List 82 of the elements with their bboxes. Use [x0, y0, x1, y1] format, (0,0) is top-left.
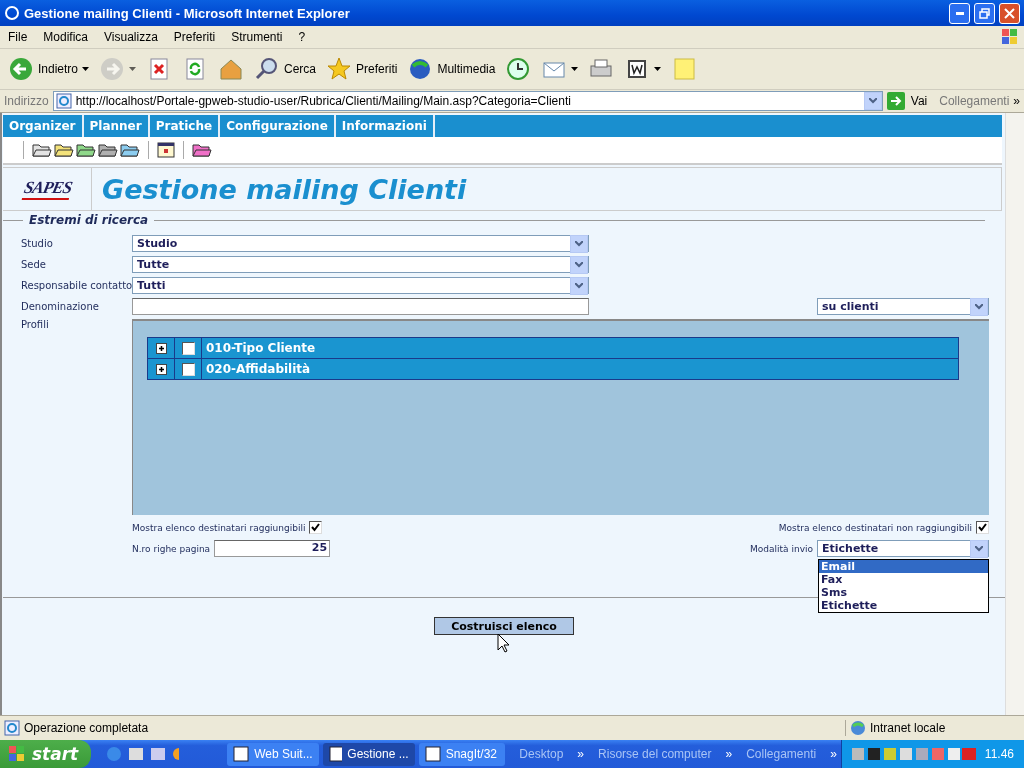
checkbox[interactable] [976, 521, 989, 534]
check-icon [978, 523, 987, 532]
globe-icon [850, 720, 866, 736]
zone-text: Intranet locale [870, 721, 946, 735]
browser-icon [4, 5, 20, 21]
menu-item[interactable]: Strumenti [223, 30, 291, 44]
field-label: N.ro righe pagina [132, 543, 211, 554]
expand-icon[interactable] [155, 363, 167, 375]
toolbar-button[interactable]: Indietro [6, 54, 92, 84]
mouse-pointer-icon [497, 633, 509, 653]
folder-icon[interactable] [32, 144, 52, 157]
folder-icon[interactable] [76, 144, 96, 157]
go-button[interactable]: Vai [886, 92, 936, 110]
folder-icon[interactable] [120, 144, 140, 157]
field-label: Denominazione [21, 301, 100, 312]
field-label: Modalità invio [750, 543, 813, 554]
page-title: Gestione mailing Clienti [102, 173, 467, 205]
taskbar-button[interactable]: Web Suit... [227, 742, 319, 766]
clock: 11.46 [984, 747, 1014, 761]
menu-item[interactable]: Modifica [35, 30, 97, 44]
number-field[interactable]: 25 [214, 540, 331, 557]
caret-icon[interactable] [82, 67, 90, 71]
tray-icons[interactable] [849, 746, 976, 762]
checkbox[interactable] [309, 521, 323, 534]
select-field[interactable]: Studio [132, 235, 589, 252]
window-title: Gestione mailing Clienti - Microsoft Internet Explorer [24, 5, 351, 21]
build-list-button[interactable]: Costruisci elenco [434, 617, 574, 635]
section-legend: Estremi di ricerca [29, 213, 149, 227]
page-icon [4, 720, 20, 736]
page-icon [55, 93, 72, 109]
app-icon [424, 746, 441, 762]
caret-icon[interactable] [654, 67, 662, 71]
minimize-button[interactable] [949, 2, 970, 24]
caret-icon[interactable] [571, 67, 579, 71]
taskbar-button[interactable]: SnagIt/32 [418, 742, 506, 766]
folder-icon[interactable] [192, 142, 212, 158]
menu-item[interactable]: Preferiti [165, 30, 224, 44]
taskbar-button[interactable]: Gestione ... [322, 742, 415, 766]
chevron-text[interactable]: » [830, 747, 837, 761]
field-label: Studio [21, 238, 54, 249]
address-field[interactable]: http://localhost/Portale-gpweb-studio-user/Rubrica/Clienti/Mailing/Main.asp?Categoria=Clienti [52, 91, 883, 111]
expand-icon[interactable] [155, 342, 167, 354]
checkbox-label: Mostra elenco destinatari non raggiungibili [778, 522, 972, 533]
select-field[interactable]: Tutte [132, 256, 589, 273]
app-icon [233, 746, 250, 762]
close-icon [1004, 7, 1015, 19]
check-icon [311, 523, 321, 532]
chevron-text[interactable]: » [1013, 94, 1020, 108]
toolbar-button[interactable]: Cerca [252, 54, 319, 84]
quick-launch-icons[interactable] [104, 745, 180, 763]
field-label: Sede [21, 259, 47, 270]
checkbox[interactable] [181, 341, 195, 355]
select-field[interactable]: su clienti [817, 298, 989, 315]
field-label: Responsabile contatto [21, 280, 132, 291]
text-field[interactable] [132, 298, 589, 315]
menu-item[interactable]: File [0, 30, 36, 44]
folder-icon[interactable] [98, 144, 118, 157]
restore-button[interactable] [974, 2, 995, 24]
status-text: Operazione completata [24, 721, 150, 735]
close-button[interactable] [999, 2, 1020, 24]
app-icon [328, 746, 343, 762]
calendar-icon[interactable] [157, 142, 175, 158]
dropdown-option[interactable]: Email [819, 560, 988, 573]
minimize-icon [955, 11, 964, 15]
field-label: Profili [21, 319, 50, 332]
chevron-text[interactable]: » [577, 747, 585, 761]
toolbar-button[interactable]: Preferiti [324, 54, 400, 84]
select-field[interactable]: Etichette [817, 540, 989, 557]
menu-item[interactable]: Visualizza [96, 30, 166, 44]
address-label: Indirizzo [4, 94, 49, 108]
checkbox-label: Mostra elenco destinatari raggiungibili [132, 522, 306, 533]
windows-flag-icon [8, 745, 26, 763]
checkbox[interactable] [181, 362, 195, 376]
scrollbar[interactable] [1005, 113, 1024, 715]
folder-icon[interactable] [54, 144, 74, 157]
menu-item[interactable]: ? [290, 30, 314, 44]
links-label[interactable]: Collegamenti [939, 94, 1010, 108]
logo: SAPES [21, 178, 73, 200]
select-field[interactable]: Tutti [132, 277, 589, 294]
toolbar-button[interactable]: Multimedia [405, 54, 498, 84]
chevron-text[interactable]: » [725, 747, 733, 761]
restore-icon [979, 7, 990, 19]
